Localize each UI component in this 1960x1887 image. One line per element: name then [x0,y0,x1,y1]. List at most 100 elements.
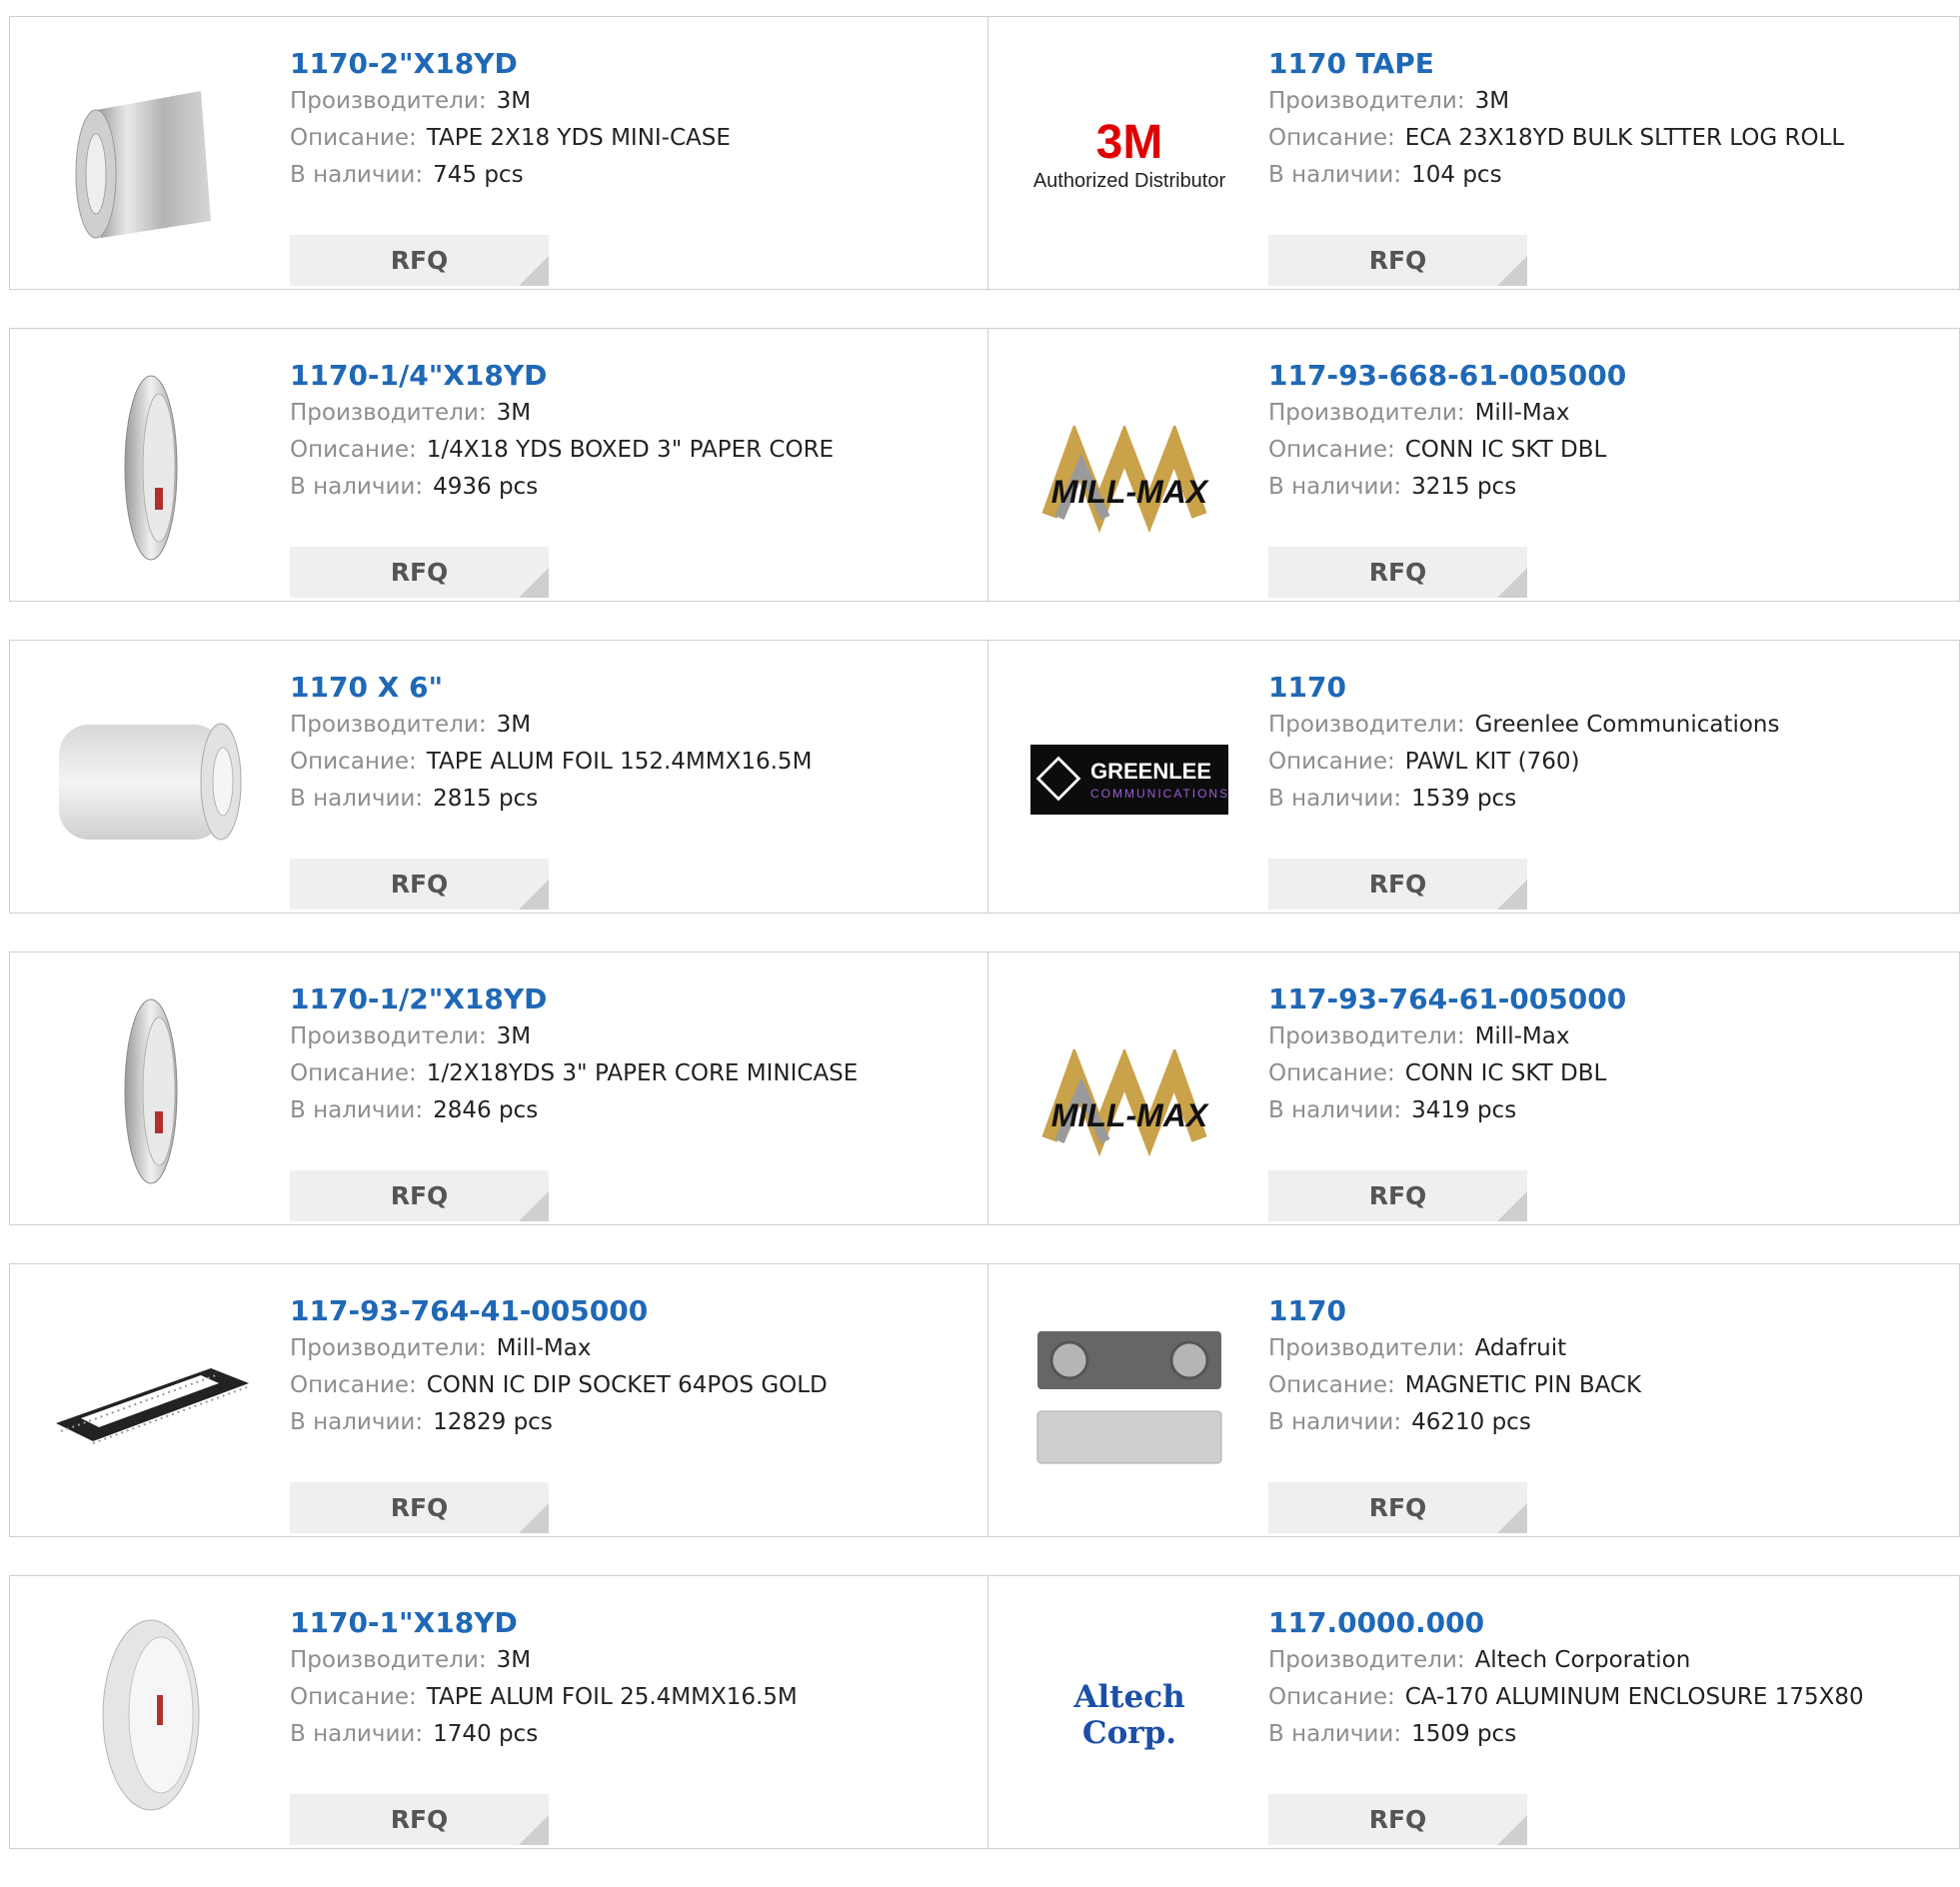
product-manufacturer: Производители: 3M [290,1018,950,1055]
product-card: 1170 X 6" Производители: 3M Описание: TAPE A… [10,641,987,913]
rfq-corner-decoration [519,1815,549,1845]
product-thumbnail[interactable] [1028,1302,1230,1504]
product-manufacturer-value: Greenlee Communications [1474,712,1780,738]
rfq-button[interactable]: RFQ [1268,547,1527,598]
product-stock: В наличии: 2846 pcs [290,1092,950,1129]
rfq-button[interactable]: RFQ [1268,1794,1527,1845]
product-manufacturer-value: Altech Corporation [1474,1647,1691,1673]
product-stock-value: 3215 pcs [1411,474,1517,500]
product-thumbnail[interactable]: 3M Authorized Distributor [1028,55,1230,257]
product-title-link[interactable]: 1170-1/4"X18YD [290,359,950,395]
product-description-label: Описание: [1268,125,1395,151]
product-title-link[interactable]: 1170-2"X18YD [290,47,950,83]
product-description: Описание: MAGNETIC PIN BACK [1268,1367,1928,1404]
product-manufacturer-label: Производители: [1268,400,1465,426]
product-title-link[interactable]: 1170 TAPE [1268,47,1928,83]
rfq-corner-decoration [1497,568,1527,598]
product-stock-label: В наличии: [1268,786,1402,812]
product-stock: В наличии: 1740 pcs [290,1716,950,1753]
mill-max-logo: MILL-MAX [1029,425,1229,533]
product-thumbnail[interactable] [50,990,252,1192]
product-title-link[interactable]: 117.0000.000 [1268,1606,1928,1642]
product-info: 1170 X 6" Производители: 3M Описание: TAPE A… [290,671,950,910]
product-thumbnail[interactable]: GREENLEE COMMUNICATIONS [1028,679,1230,881]
rfq-button[interactable]: RFQ [290,859,549,910]
product-title-link[interactable]: 1170 X 6" [290,671,950,707]
product-manufacturer-value: Mill-Max [1474,1023,1570,1049]
rfq-button[interactable]: RFQ [290,1482,549,1533]
product-thumbnail[interactable] [50,367,252,569]
product-stock: В наличии: 3215 pcs [1268,469,1928,506]
product-info: 1170 TAPE Производители: 3M Описание: ECA 23… [1268,47,1928,286]
product-info: 1170-1/4"X18YD Производители: 3M Описание: 1… [290,359,950,598]
mill-max-text: MILL-MAX [1050,473,1208,510]
product-description: Описание: PAWL KIT (760) [1268,744,1928,781]
product-stock-label: В наличии: [1268,162,1402,188]
product-manufacturer-label: Производители: [1268,1335,1465,1361]
product-row: 1170-1"X18YD Производители: 3M Описание: TAP… [9,1575,1960,1849]
rfq-button[interactable]: RFQ [290,235,549,286]
rfq-button-label: RFQ [390,1805,449,1834]
product-thumbnail[interactable] [50,679,252,881]
product-title-link[interactable]: 1170-1"X18YD [290,1606,950,1642]
product-title-link[interactable]: 117-93-668-61-005000 [1268,359,1928,395]
product-info: 1170-1/2"X18YD Производители: 3M Описание: 1… [290,982,950,1221]
product-info: 1170 Производители: Adafruit Описание: MAGNE… [1268,1294,1928,1533]
product-thumbnail[interactable] [50,55,252,257]
product-thumbnail[interactable] [50,1302,252,1504]
product-manufacturer: Производители: Greenlee Communications [1268,707,1928,744]
rfq-corner-decoration [1497,1191,1527,1221]
product-thumbnail[interactable]: Altech Corp. [1028,1614,1230,1816]
rfq-button[interactable]: RFQ [1268,1482,1527,1533]
product-stock: В наличии: 12829 pcs [290,1404,950,1441]
product-description-label: Описание: [1268,1372,1395,1398]
product-description-value: TAPE 2X18 YDS MINI-CASE [426,125,731,151]
product-stock-value: 1539 pcs [1411,786,1517,812]
rfq-button-label: RFQ [390,870,449,899]
product-title-link[interactable]: 1170 [1268,671,1928,707]
product-row: 1170-2"X18YD Производители: 3M Описание: TAP… [9,16,1960,290]
product-stock-label: В наличии: [290,162,424,188]
rfq-button[interactable]: RFQ [290,1794,549,1845]
product-title-link[interactable]: 117-93-764-61-005000 [1268,982,1928,1018]
product-description: Описание: TAPE 2X18 YDS MINI-CASE [290,120,950,157]
aluminum-tape-roll-icon [51,56,251,256]
product-stock: В наличии: 2815 pcs [290,781,950,818]
product-description-label: Описание: [1268,749,1395,775]
product-manufacturer-value: 3M [496,88,532,114]
rfq-button[interactable]: RFQ [1268,235,1527,286]
product-info: 1170-1"X18YD Производители: 3M Описание: TAP… [290,1606,950,1845]
product-stock: В наличии: 3419 pcs [1268,1092,1928,1129]
rfq-button-label: RFQ [1368,558,1427,587]
rfq-button-label: RFQ [390,1181,449,1210]
altech-corp-logo: Altech Corp. [1028,1679,1230,1751]
product-stock: В наличии: 745 pcs [290,157,950,194]
product-stock: В наличии: 4936 pcs [290,469,950,506]
product-description-value: CA-170 ALUMINUM ENCLOSURE 175X80 [1404,1684,1864,1710]
product-description: Описание: CONN IC SKT DBL [1268,432,1928,469]
product-stock-label: В наличии: [1268,474,1402,500]
product-manufacturer-label: Производители: [1268,712,1465,738]
product-thumbnail[interactable]: MILL-MAX [1028,367,1230,569]
product-title-link[interactable]: 1170 [1268,1294,1928,1330]
product-description-label: Описание: [290,437,417,463]
product-title-link[interactable]: 117-93-764-41-005000 [290,1294,950,1330]
product-stock: В наличии: 1509 pcs [1268,1716,1928,1753]
product-stock-label: В наличии: [290,786,424,812]
rfq-button-label: RFQ [1368,1493,1427,1522]
rfq-button[interactable]: RFQ [290,547,549,598]
product-thumbnail[interactable] [50,1614,252,1816]
product-manufacturer-value: 3M [496,1023,532,1049]
product-title-link[interactable]: 1170-1/2"X18YD [290,982,950,1018]
product-thumbnail[interactable]: MILL-MAX [1028,990,1230,1192]
rfq-corner-decoration [519,1503,549,1533]
product-description-label: Описание: [290,1372,417,1398]
rfq-button[interactable]: RFQ [1268,859,1527,910]
product-manufacturer-value: Mill-Max [1474,400,1570,426]
rfq-button[interactable]: RFQ [290,1170,549,1221]
rfq-corner-decoration [519,880,549,910]
rfq-button[interactable]: RFQ [1268,1170,1527,1221]
rfq-button-label: RFQ [1368,870,1427,899]
product-manufacturer: Производители: Adafruit [1268,1330,1928,1367]
rfq-corner-decoration [519,256,549,286]
